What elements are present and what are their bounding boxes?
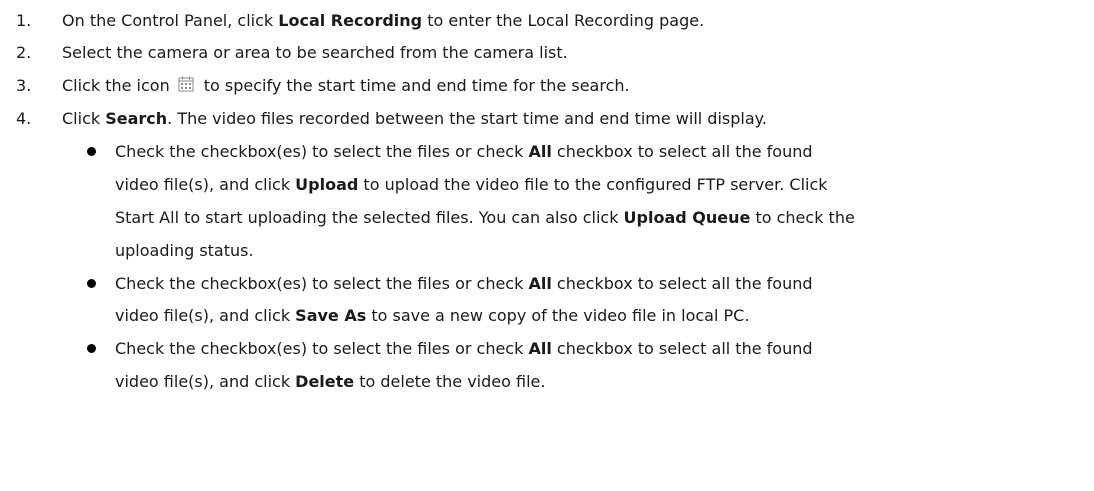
step-text-part: . The video files recorded between the s… xyxy=(167,109,767,128)
bullet-dot xyxy=(87,279,96,288)
bold-term: All xyxy=(528,274,552,293)
text-part: Check the checkbox(es) to select the fil… xyxy=(115,339,529,358)
text-part: video file(s), and click xyxy=(115,175,296,194)
step-number: 3. xyxy=(16,76,32,95)
step-number: 2. xyxy=(16,43,32,62)
bullet-line: video file(s), and click Upload to uploa… xyxy=(115,175,828,195)
step-number: 1. xyxy=(16,11,32,30)
step-bold-term: Local Recording xyxy=(278,11,423,30)
document-page: 1. On the Control Panel, click Local Rec… xyxy=(0,0,1094,491)
step-number: 4. xyxy=(16,109,32,128)
bold-term: All xyxy=(528,339,552,358)
bullet-line: Check the checkbox(es) to select the fil… xyxy=(115,142,813,162)
step-text: Click the icon to specify the start time… xyxy=(62,76,630,97)
bold-term: Upload xyxy=(295,175,359,194)
text-part: to upload the video file to the configur… xyxy=(358,175,828,194)
bold-term: Upload Queue xyxy=(623,208,751,227)
bold-term: All xyxy=(528,142,552,161)
bullet-line: Check the checkbox(es) to select the fil… xyxy=(115,339,813,359)
step-text-part: to enter the Local Recording page. xyxy=(422,11,705,30)
text-part: Check the checkbox(es) to select the fil… xyxy=(115,274,529,293)
step-text-part: Click xyxy=(62,109,106,128)
bullet-line: video file(s), and click Delete to delet… xyxy=(115,372,545,392)
step-text: On the Control Panel, click Local Record… xyxy=(62,11,704,31)
text-part: video file(s), and click xyxy=(115,372,296,391)
bullet-line: uploading status. xyxy=(115,241,254,260)
calendar-icon xyxy=(178,76,194,97)
bullet-line: Check the checkbox(es) to select the fil… xyxy=(115,274,813,294)
text-part: video file(s), and click xyxy=(115,306,296,325)
text-part: Check the checkbox(es) to select the fil… xyxy=(115,142,529,161)
text-part: checkbox to select all the found xyxy=(551,339,813,358)
bullet-line: video file(s), and click Save As to save… xyxy=(115,306,749,326)
text-part: checkbox to select all the found xyxy=(551,142,813,161)
text-part: to delete the video file. xyxy=(354,372,546,391)
step-text-part: On the Control Panel, click xyxy=(62,11,279,30)
text-part: to check the xyxy=(750,208,855,227)
bullet-dot xyxy=(87,147,96,156)
step-text-part: Click the icon xyxy=(62,76,170,95)
bold-term: Save As xyxy=(295,306,367,325)
bullet-dot xyxy=(87,344,96,353)
bullet-line: Start All to start uploading the selecte… xyxy=(115,208,855,228)
text-part: Start All to start uploading the selecte… xyxy=(115,208,624,227)
text-part: checkbox to select all the found xyxy=(551,274,813,293)
step-text: Select the camera or area to be searched… xyxy=(62,43,568,62)
bold-term: Delete xyxy=(295,372,355,391)
step-text-part: to specify the start time and end time f… xyxy=(203,76,630,95)
text-part: to save a new copy of the video file in … xyxy=(366,306,750,325)
step-text: Click Search. The video files recorded b… xyxy=(62,109,767,129)
step-bold-term: Search xyxy=(105,109,168,128)
